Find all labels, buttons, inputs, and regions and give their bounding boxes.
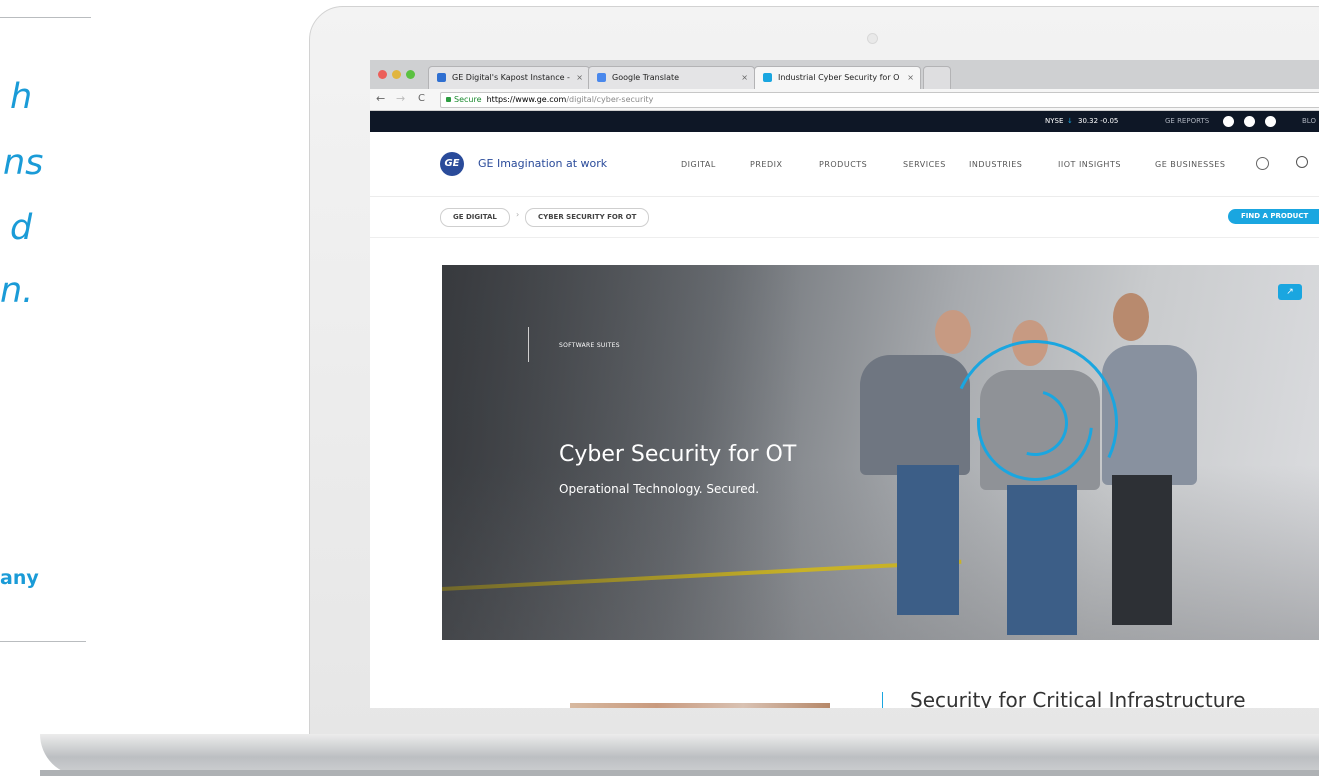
tab-close-icon[interactable]: × [576, 67, 583, 89]
browser-tab-translate[interactable]: Google Translate × [588, 66, 755, 90]
url-path: /digital/cyber-security [566, 95, 654, 104]
quote-line-1: h [10, 77, 33, 117]
hero-title: Cyber Security for OT [559, 442, 797, 467]
tab-title: Google Translate [612, 73, 680, 82]
new-tab-button[interactable] [923, 66, 951, 90]
address-bar[interactable]: Secure https://www.ge.com/digital/cyber-… [440, 92, 1319, 108]
laptop-base-edge [40, 770, 1319, 776]
hero-divider [528, 327, 529, 362]
person-left-legs [897, 465, 959, 615]
youtube-icon[interactable] [1265, 116, 1276, 127]
ge-reports-link[interactable]: GE REPORTS [1165, 111, 1209, 132]
stock-label: NYSE [1045, 117, 1064, 125]
nav-item-products[interactable]: PRODUCTS [819, 160, 867, 169]
external-link-icon[interactable]: ↗ [1278, 284, 1302, 300]
hero-subtitle: Operational Technology. Secured. [559, 482, 760, 496]
nav-item-predix[interactable]: PREDIX [750, 160, 782, 169]
person-center-legs [1007, 485, 1077, 635]
translate-favicon-icon [597, 73, 606, 82]
browser-tab-cyber-security[interactable]: Industrial Cyber Security for O × [754, 66, 921, 90]
breadcrumb: GE DIGITAL › CYBER SECURITY FOR OT FIND … [370, 197, 1319, 238]
globe-icon[interactable] [1256, 157, 1269, 170]
section-title: Security for Critical Infrastructure [910, 688, 1246, 708]
person-left-head [935, 310, 971, 354]
reload-button[interactable]: C [418, 92, 425, 106]
browser-tab-kapost[interactable]: GE Digital's Kapost Instance - × [428, 66, 590, 90]
bottom-divider [0, 641, 86, 642]
hero-eyebrow: SOFTWARE SUITES [559, 342, 620, 349]
close-window-button[interactable] [378, 70, 387, 79]
stock-value: 30.32 -0.05 [1078, 117, 1119, 125]
linkedin-icon[interactable] [1244, 116, 1255, 127]
url-host: https://www.ge.com [486, 95, 567, 104]
top-divider [0, 17, 91, 18]
stock-arrow-icon: ↓ [1067, 117, 1073, 125]
company-name: any [0, 567, 39, 589]
quote-line-4: n. [0, 271, 34, 311]
search-icon[interactable] [1296, 156, 1308, 168]
camera-icon [867, 33, 878, 44]
breadcrumb-cyber-security[interactable]: CYBER SECURITY FOR OT [525, 208, 650, 227]
laptop-screen: GE Digital's Kapost Instance - × Google … [370, 60, 1319, 708]
person-right-legs [1112, 475, 1172, 625]
nav-item-industries[interactable]: INDUSTRIES [969, 160, 1022, 169]
tab-title: Industrial Cyber Security for O [778, 73, 900, 82]
blog-link[interactable]: BLO [1302, 111, 1316, 132]
back-button[interactable]: ← [376, 92, 385, 106]
nav-item-iiot-insights[interactable]: IIOT INSIGHTS [1058, 160, 1121, 169]
tab-bar: GE Digital's Kapost Instance - × Google … [370, 60, 1319, 90]
nav-item-ge-businesses[interactable]: GE BUSINESSES [1155, 160, 1225, 169]
person-right-head [1113, 293, 1149, 341]
nav-item-services[interactable]: SERVICES [903, 160, 946, 169]
lock-icon [446, 97, 451, 102]
ge-logo[interactable]: GE [440, 152, 464, 176]
tab-close-icon[interactable]: × [741, 67, 748, 89]
section-image-strip [570, 703, 830, 708]
nav-item-digital[interactable]: DIGITAL [681, 160, 716, 169]
main-nav: GE GE Imagination at work DIGITAL PREDIX… [370, 132, 1319, 197]
quote-line-2: ns [3, 143, 44, 183]
minimize-window-button[interactable] [392, 70, 401, 79]
find-product-button[interactable]: FIND A PRODUCT [1228, 209, 1319, 224]
twitter-icon[interactable] [1223, 116, 1234, 127]
maximize-window-button[interactable] [406, 70, 415, 79]
kapost-favicon-icon [437, 73, 446, 82]
breadcrumb-separator-icon: › [516, 210, 520, 219]
tab-title: GE Digital's Kapost Instance - [452, 73, 570, 82]
section-accent-line [882, 692, 883, 708]
brand-name[interactable]: GE Imagination at work [478, 157, 607, 170]
tab-close-icon[interactable]: × [907, 67, 914, 89]
secure-label: Secure [454, 95, 482, 104]
quote-line-3: d [10, 208, 33, 248]
forward-button[interactable]: → [396, 92, 405, 106]
breadcrumb-ge-digital[interactable]: GE DIGITAL [440, 208, 510, 227]
ge-favicon-icon [763, 73, 772, 82]
site-topbar: NYSE ↓ 30.32 -0.05 GE REPORTS BLO [370, 111, 1319, 132]
hero-banner: ↗ SOFTWARE SUITES Cyber Security for OT … [442, 265, 1319, 640]
address-row: ← → C Secure https://www.ge.com/digital/… [370, 89, 1319, 111]
